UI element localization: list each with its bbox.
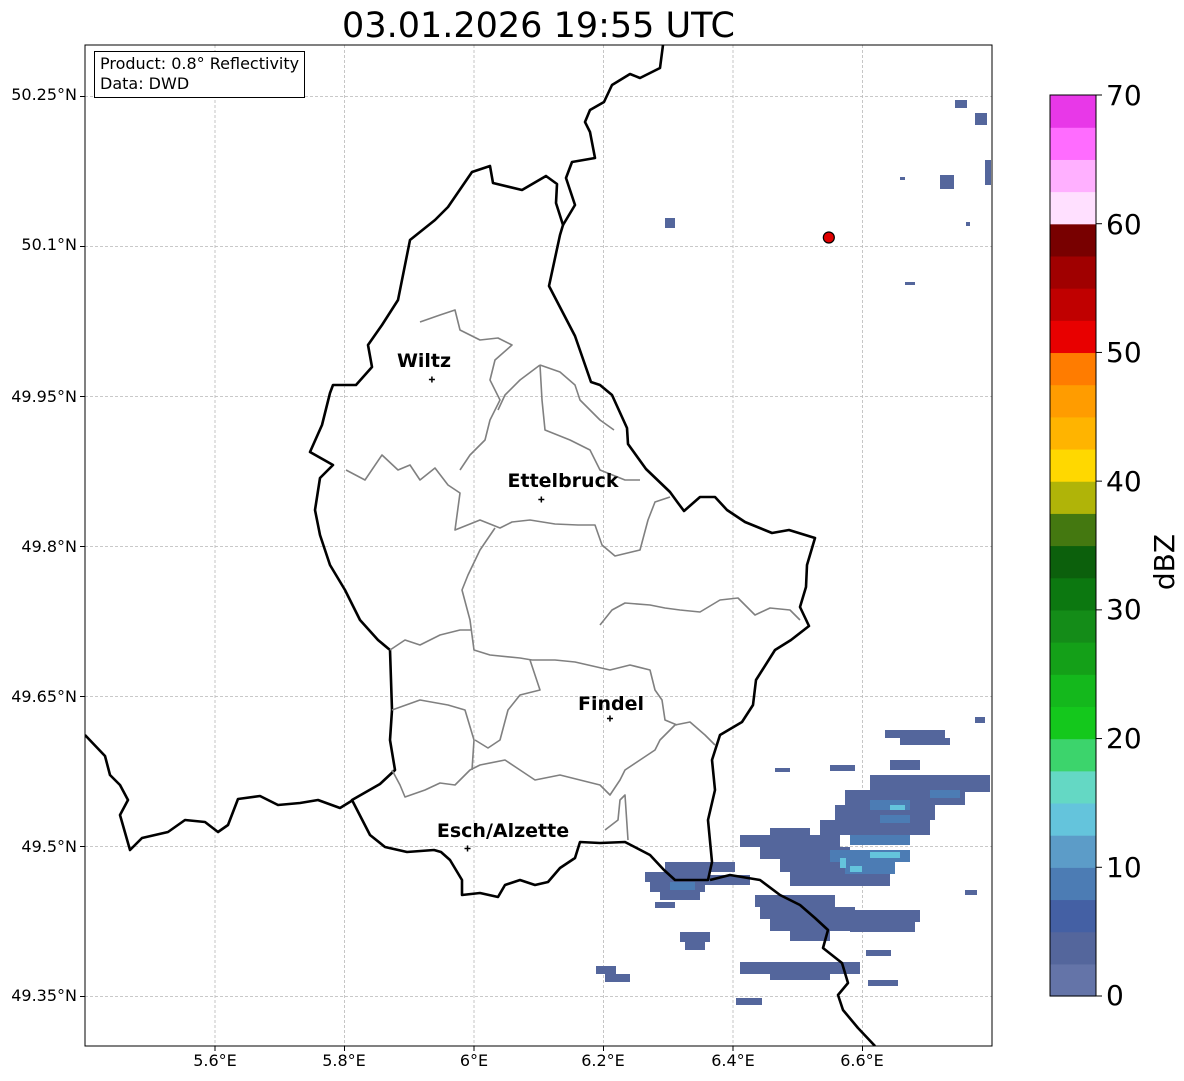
- radar-map[interactable]: [0, 0, 1184, 1081]
- colorbar-step: [1050, 223, 1096, 257]
- germany-border-south: [709, 873, 876, 1046]
- product-label: Product: 0.8° Reflectivity: [100, 54, 300, 73]
- colorbar-tick-label: 10: [1106, 851, 1142, 884]
- luxembourg-border: [308, 164, 817, 899]
- colorbar-step: [1050, 706, 1096, 740]
- lon-label: 6.2°E: [581, 1051, 625, 1070]
- colorbar-step: [1050, 899, 1096, 933]
- colorbar-step: [1050, 577, 1096, 611]
- colorbar: [1050, 95, 1096, 997]
- colorbar-step: [1050, 642, 1096, 675]
- colorbar-step: [1050, 288, 1096, 321]
- colorbar-tick-label: 20: [1106, 722, 1142, 755]
- lat-label: 49.8°N: [21, 537, 77, 556]
- colorbar-step: [1050, 545, 1096, 579]
- colorbar-step: [1050, 448, 1096, 482]
- lat-label: 49.65°N: [11, 687, 77, 706]
- lat-label: 50.25°N: [11, 85, 77, 104]
- colorbar-step: [1050, 95, 1096, 128]
- colorbar-step: [1050, 738, 1096, 772]
- colorbar-tick-label: 0: [1106, 979, 1124, 1012]
- colorbar-step: [1050, 963, 1096, 997]
- lat-tick-marks: [80, 96, 85, 997]
- colorbar-tick-marks: [1096, 94, 1102, 997]
- lat-label: 50.1°N: [21, 235, 77, 254]
- colorbar-step: [1050, 481, 1096, 514]
- colorbar-step: [1050, 802, 1096, 836]
- radar-echoes: [596, 100, 991, 1005]
- lat-label: 49.5°N: [21, 837, 77, 856]
- city-label-ettelbruck: Ettelbruck: [507, 470, 619, 492]
- colorbar-step: [1050, 416, 1096, 450]
- colorbar-tick-label: 60: [1106, 208, 1142, 241]
- city-label-wiltz: Wiltz: [396, 350, 452, 372]
- lon-label: 6.6°E: [840, 1051, 884, 1070]
- colorbar-tick-label: 50: [1106, 336, 1142, 369]
- canton-boundaries: [345, 309, 801, 841]
- colorbar-step: [1050, 191, 1096, 225]
- data-source-label: Data: DWD: [100, 74, 190, 93]
- lon-label: 6°E: [459, 1051, 489, 1070]
- colorbar-tick-label: 70: [1106, 79, 1142, 112]
- colorbar-step: [1050, 835, 1096, 868]
- lat-label: 49.35°N: [11, 986, 77, 1005]
- colorbar-tick-label: 30: [1106, 593, 1142, 626]
- lon-label: 6.4°E: [711, 1051, 755, 1070]
- city-label-findel: Findel: [577, 693, 645, 715]
- product-info-box: Product: 0.8° Reflectivity Data: DWD: [94, 51, 306, 98]
- colorbar-step: [1050, 255, 1096, 289]
- colorbar-step: [1050, 931, 1096, 965]
- colorbar-step: [1050, 770, 1096, 804]
- belgium-france-border: [85, 734, 354, 852]
- colorbar-step: [1050, 352, 1096, 386]
- lat-label: 49.95°N: [11, 387, 77, 406]
- colorbar-step: [1050, 609, 1096, 643]
- germany-border-north: [561, 45, 665, 226]
- radar-site-marker[interactable]: [822, 231, 835, 244]
- lon-label: 5.6°E: [193, 1051, 237, 1070]
- lon-label: 5.8°E: [322, 1051, 366, 1070]
- colorbar-label: dBZ: [1148, 533, 1182, 591]
- colorbar-step: [1050, 867, 1096, 901]
- colorbar-step: [1050, 674, 1096, 707]
- lat-lon-gridlines: [85, 45, 992, 1046]
- city-label-esch-alzette: Esch/Alzette: [436, 820, 570, 842]
- colorbar-step: [1050, 384, 1096, 418]
- plot-frame: [84, 44, 993, 1047]
- colorbar-step: [1050, 127, 1096, 160]
- colorbar-step: [1050, 320, 1096, 354]
- colorbar-step: [1050, 513, 1096, 547]
- colorbar-step: [1050, 159, 1096, 193]
- lon-tick-marks: [214, 1046, 863, 1051]
- colorbar-tick-label: 40: [1106, 465, 1142, 498]
